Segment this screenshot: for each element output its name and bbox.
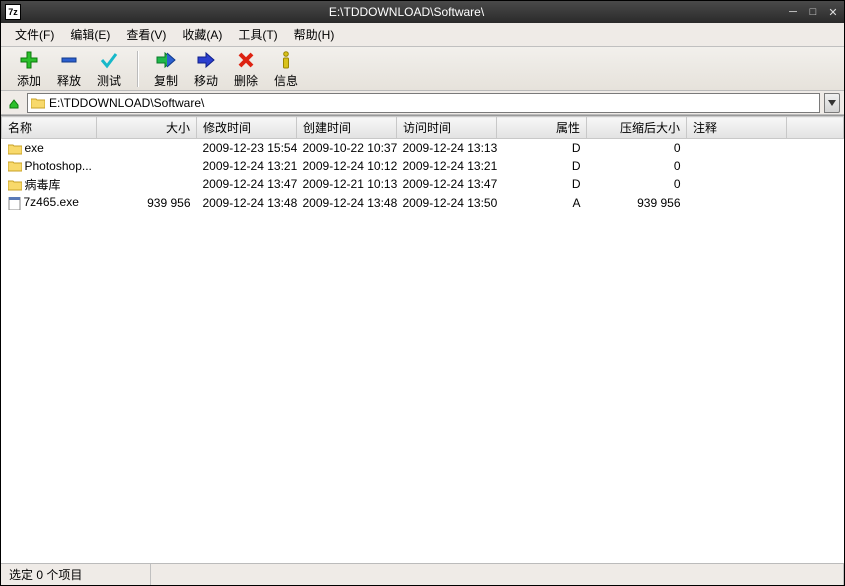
file-comment (687, 194, 787, 212)
info-icon (276, 49, 296, 71)
file-comment (687, 157, 787, 175)
table-row[interactable]: 病毒库 2009-12-24 13:472009-12-21 10:132009-… (2, 175, 844, 194)
menu-view[interactable]: 查看(V) (118, 23, 174, 46)
status-spacer (151, 564, 844, 585)
file-name: Photoshop... (25, 159, 92, 173)
minus-icon (59, 49, 79, 71)
toolbar-separator (137, 51, 138, 87)
copy-button[interactable]: 复制 (146, 47, 186, 91)
up-button[interactable] (5, 94, 23, 112)
menu-edit[interactable]: 编辑(E) (62, 23, 118, 46)
file-modified: 2009-12-23 15:54 (197, 139, 297, 157)
extract-button[interactable]: 释放 (49, 47, 89, 91)
file-name: 病毒库 (25, 178, 61, 192)
col-modified[interactable]: 修改时间 (197, 117, 297, 139)
file-comment (687, 175, 787, 194)
file-packed: 939 956 (587, 194, 687, 212)
pathbar (1, 91, 844, 115)
folder-icon (8, 160, 22, 172)
file-packed: 0 (587, 139, 687, 157)
col-accessed[interactable]: 访问时间 (397, 117, 497, 139)
file-list[interactable]: 名称 大小 修改时间 创建时间 访问时间 属性 压缩后大小 注释 exe 2009… (1, 115, 844, 563)
path-input[interactable] (49, 96, 816, 110)
check-icon (99, 49, 119, 71)
file-modified: 2009-12-24 13:47 (197, 175, 297, 194)
menu-file[interactable]: 文件(F) (7, 23, 62, 46)
folder-icon (31, 97, 45, 109)
col-attributes[interactable]: 属性 (497, 117, 587, 139)
move-arrow-icon (196, 49, 216, 71)
folder-icon (8, 179, 22, 191)
plus-icon (19, 49, 39, 71)
menubar: 文件(F) 编辑(E) 查看(V) 收藏(A) 工具(T) 帮助(H) (1, 23, 844, 47)
up-arrow-icon (6, 95, 22, 111)
file-attr: D (497, 175, 587, 194)
table-row[interactable]: 7z465.exe939 9562009-12-24 13:482009-12-… (2, 194, 844, 212)
x-icon (236, 49, 256, 71)
file-packed: 0 (587, 157, 687, 175)
file-packed: 0 (587, 175, 687, 194)
status-selection: 选定 0 个项目 (1, 564, 151, 585)
col-comment[interactable]: 注释 (687, 117, 787, 139)
file-modified: 2009-12-24 13:48 (197, 194, 297, 212)
file-icon (8, 197, 21, 210)
file-accessed: 2009-12-24 13:50 (397, 194, 497, 212)
file-name: 7z465.exe (24, 195, 79, 209)
column-headers: 名称 大小 修改时间 创建时间 访问时间 属性 压缩后大小 注释 (2, 117, 844, 139)
path-dropdown-button[interactable] (824, 93, 840, 113)
path-field[interactable] (27, 93, 820, 113)
info-button[interactable]: 信息 (266, 47, 306, 91)
toolbar: 添加 释放 测试 复制 移动 (1, 47, 844, 91)
window-title: E:\TDDOWNLOAD\Software\ (27, 5, 786, 19)
menu-help[interactable]: 帮助(H) (286, 23, 343, 46)
copy-arrow-icon (155, 49, 177, 71)
col-created[interactable]: 创建时间 (297, 117, 397, 139)
file-created: 2009-12-21 10:13 (297, 175, 397, 194)
menu-tools[interactable]: 工具(T) (230, 23, 285, 46)
file-modified: 2009-12-24 13:21 (197, 157, 297, 175)
file-size (97, 157, 197, 175)
statusbar: 选定 0 个项目 (1, 563, 844, 585)
col-name[interactable]: 名称 (2, 117, 97, 139)
file-comment (687, 139, 787, 157)
close-button[interactable]: ✕ (826, 5, 840, 19)
test-button[interactable]: 测试 (89, 47, 129, 91)
file-created: 2009-12-24 13:48 (297, 194, 397, 212)
file-accessed: 2009-12-24 13:13 (397, 139, 497, 157)
file-size: 939 956 (97, 194, 197, 212)
app-window: 7z E:\TDDOWNLOAD\Software\ ─ □ ✕ 文件(F) 编… (0, 0, 845, 586)
file-size (97, 175, 197, 194)
file-created: 2009-12-24 10:12 (297, 157, 397, 175)
add-button[interactable]: 添加 (9, 47, 49, 91)
move-button[interactable]: 移动 (186, 47, 226, 91)
file-attr: D (497, 139, 587, 157)
file-accessed: 2009-12-24 13:21 (397, 157, 497, 175)
col-spacer (787, 117, 844, 139)
delete-button[interactable]: 删除 (226, 47, 266, 91)
chevron-down-icon (828, 100, 836, 106)
file-accessed: 2009-12-24 13:47 (397, 175, 497, 194)
maximize-button[interactable]: □ (806, 5, 820, 19)
menu-favorites[interactable]: 收藏(A) (174, 23, 230, 46)
file-attr: A (497, 194, 587, 212)
titlebar: 7z E:\TDDOWNLOAD\Software\ ─ □ ✕ (1, 1, 844, 23)
table-row[interactable]: exe 2009-12-23 15:542009-10-22 10:372009-… (2, 139, 844, 157)
file-created: 2009-10-22 10:37 (297, 139, 397, 157)
folder-icon (8, 143, 22, 155)
table-row[interactable]: Photoshop...2009-12-24 13:212009-12-24 1… (2, 157, 844, 175)
file-attr: D (497, 157, 587, 175)
file-size (97, 139, 197, 157)
col-size[interactable]: 大小 (97, 117, 197, 139)
app-icon: 7z (5, 4, 21, 20)
col-packed[interactable]: 压缩后大小 (587, 117, 687, 139)
minimize-button[interactable]: ─ (786, 5, 800, 19)
file-name: exe (25, 141, 44, 155)
